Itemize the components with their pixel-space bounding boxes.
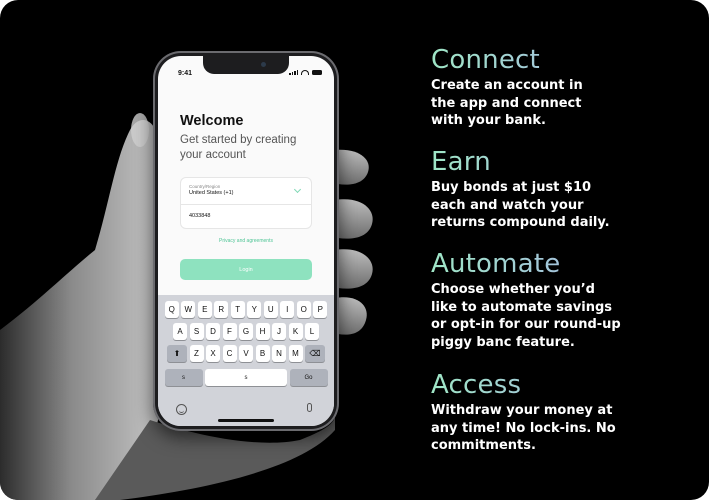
welcome-subtitle: Get started by creating your account xyxy=(180,134,297,161)
privacy-link[interactable]: Privacy and agreements xyxy=(158,238,334,244)
phone-notch xyxy=(203,56,289,74)
key-a[interactable]: A xyxy=(173,323,187,340)
key-f[interactable]: F xyxy=(222,323,237,340)
key-q[interactable]: Q xyxy=(164,301,179,318)
key-k[interactable]: K xyxy=(288,323,303,340)
key-g[interactable]: G xyxy=(239,323,253,340)
on-screen-keyboard: QWERTYUIOP ASDFGHJKL ⬆ ZXCVBNM ⌫ s s Go xyxy=(158,295,334,426)
key-l[interactable]: L xyxy=(305,323,319,340)
keyboard-row-2: ASDFGHJKL xyxy=(158,323,334,340)
phone-screen: 9:41 Welcome Get started by creating you… xyxy=(158,56,334,426)
battery-icon xyxy=(312,70,322,75)
phone-number-input[interactable]: 4033848 xyxy=(189,213,210,219)
feature-access: Access Withdraw your money at any time! … xyxy=(431,370,701,455)
status-time: 9:41 xyxy=(178,70,193,77)
go-key[interactable]: Go xyxy=(289,369,328,386)
key-d[interactable]: D xyxy=(206,323,220,340)
key-v[interactable]: V xyxy=(239,345,253,362)
phone-mockup: 9:41 Welcome Get started by creating you… xyxy=(153,51,339,431)
home-indicator xyxy=(218,419,274,422)
shift-key[interactable]: ⬆ xyxy=(167,345,187,362)
key-h[interactable]: H xyxy=(255,323,270,340)
hero-card: 9:41 Welcome Get started by creating you… xyxy=(0,0,709,500)
key-s[interactable]: S xyxy=(189,323,204,340)
feature-connect: Connect Create an account in the app and… xyxy=(431,45,701,130)
chevron-down-icon[interactable] xyxy=(293,185,302,194)
key-x[interactable]: X xyxy=(206,345,220,362)
status-icons xyxy=(289,70,322,75)
country-value: United States (+1) xyxy=(189,190,234,196)
signal-icon xyxy=(289,70,298,75)
feature-title: Earn xyxy=(431,147,701,178)
key-z[interactable]: Z xyxy=(189,345,204,362)
emoji-icon[interactable] xyxy=(176,404,187,415)
key-p[interactable]: P xyxy=(313,301,328,318)
key-n[interactable]: N xyxy=(272,345,286,362)
key-c[interactable]: C xyxy=(222,345,237,362)
key-o[interactable]: O xyxy=(296,301,311,318)
space-key[interactable]: s xyxy=(205,369,287,386)
microphone-icon[interactable] xyxy=(307,403,312,412)
key-y[interactable]: Y xyxy=(247,301,262,318)
keyboard-row-1: QWERTYUIOP xyxy=(158,301,334,318)
field-divider xyxy=(181,204,311,205)
feature-earn: Earn Buy bonds at just $10 each and watc… xyxy=(431,147,701,232)
delete-key[interactable]: ⌫ xyxy=(305,345,325,362)
key-u[interactable]: U xyxy=(263,301,278,318)
key-w[interactable]: W xyxy=(181,301,196,318)
key-e[interactable]: E xyxy=(197,301,212,318)
wifi-icon xyxy=(301,70,309,75)
key-t[interactable]: T xyxy=(230,301,245,318)
feature-text: Withdraw your money at any time! No lock… xyxy=(431,403,616,453)
feature-title: Automate xyxy=(431,249,701,280)
feature-title: Connect xyxy=(431,45,701,76)
welcome-title: Welcome xyxy=(180,113,244,129)
feature-title: Access xyxy=(431,370,701,401)
feature-text: Create an account in the app and connect… xyxy=(431,78,583,128)
key-i[interactable]: I xyxy=(280,301,295,318)
key-j[interactable]: J xyxy=(272,323,286,340)
key-m[interactable]: M xyxy=(288,345,303,362)
keyboard-row-3: ⬆ ZXCVBNM ⌫ xyxy=(158,345,334,362)
key-r[interactable]: R xyxy=(214,301,229,318)
keyboard-row-3-letters: ZXCVBNM xyxy=(189,345,303,362)
feature-text: Buy bonds at just $10 each and watch you… xyxy=(431,180,610,230)
key-b[interactable]: B xyxy=(255,345,270,362)
country-label: Country/Region xyxy=(189,184,221,189)
feature-text: Choose whether you’d like to automate sa… xyxy=(431,282,621,350)
signup-form: Country/Region United States (+1) 403384… xyxy=(180,177,312,229)
login-button[interactable]: Login xyxy=(180,259,312,280)
feature-automate: Automate Choose whether you’d like to au… xyxy=(431,249,701,351)
country-select[interactable]: Country/Region United States (+1) xyxy=(189,184,233,196)
numbers-key[interactable]: s xyxy=(164,369,203,386)
keyboard-row-4: s s Go xyxy=(158,369,334,386)
